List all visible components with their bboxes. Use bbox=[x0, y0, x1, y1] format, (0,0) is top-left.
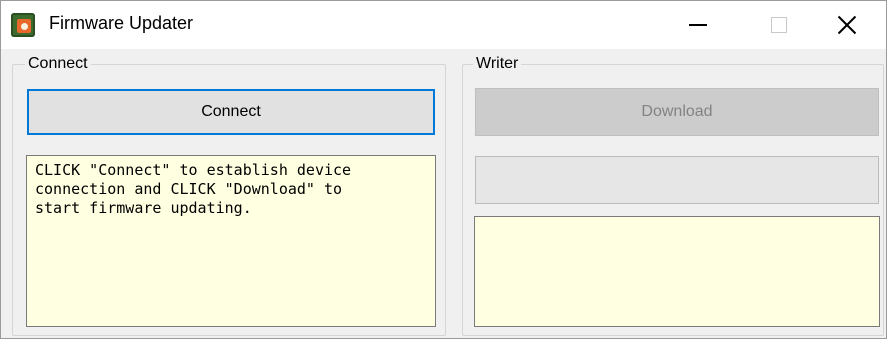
connect-message-text: CLICK "Connect" to establish device conn… bbox=[35, 161, 352, 217]
writer-group-label: Writer bbox=[473, 54, 522, 74]
app-icon[interactable] bbox=[11, 13, 35, 37]
minimize-icon bbox=[689, 24, 707, 26]
connect-button[interactable]: Connect bbox=[27, 89, 435, 135]
connect-message-box[interactable]: CLICK "Connect" to establish device conn… bbox=[26, 155, 436, 327]
progress-bar bbox=[475, 156, 879, 204]
app-icon-dot bbox=[21, 23, 28, 30]
minimize-button[interactable] bbox=[658, 1, 738, 49]
close-icon bbox=[837, 15, 857, 35]
writer-log-box[interactable] bbox=[474, 216, 880, 327]
maximize-icon bbox=[771, 17, 787, 33]
download-button[interactable]: Download bbox=[475, 88, 879, 136]
title-bar[interactable]: Firmware Updater bbox=[1, 1, 886, 49]
window-title: Firmware Updater bbox=[49, 13, 194, 33]
connect-group-label: Connect bbox=[25, 54, 91, 74]
close-button[interactable] bbox=[807, 1, 887, 49]
